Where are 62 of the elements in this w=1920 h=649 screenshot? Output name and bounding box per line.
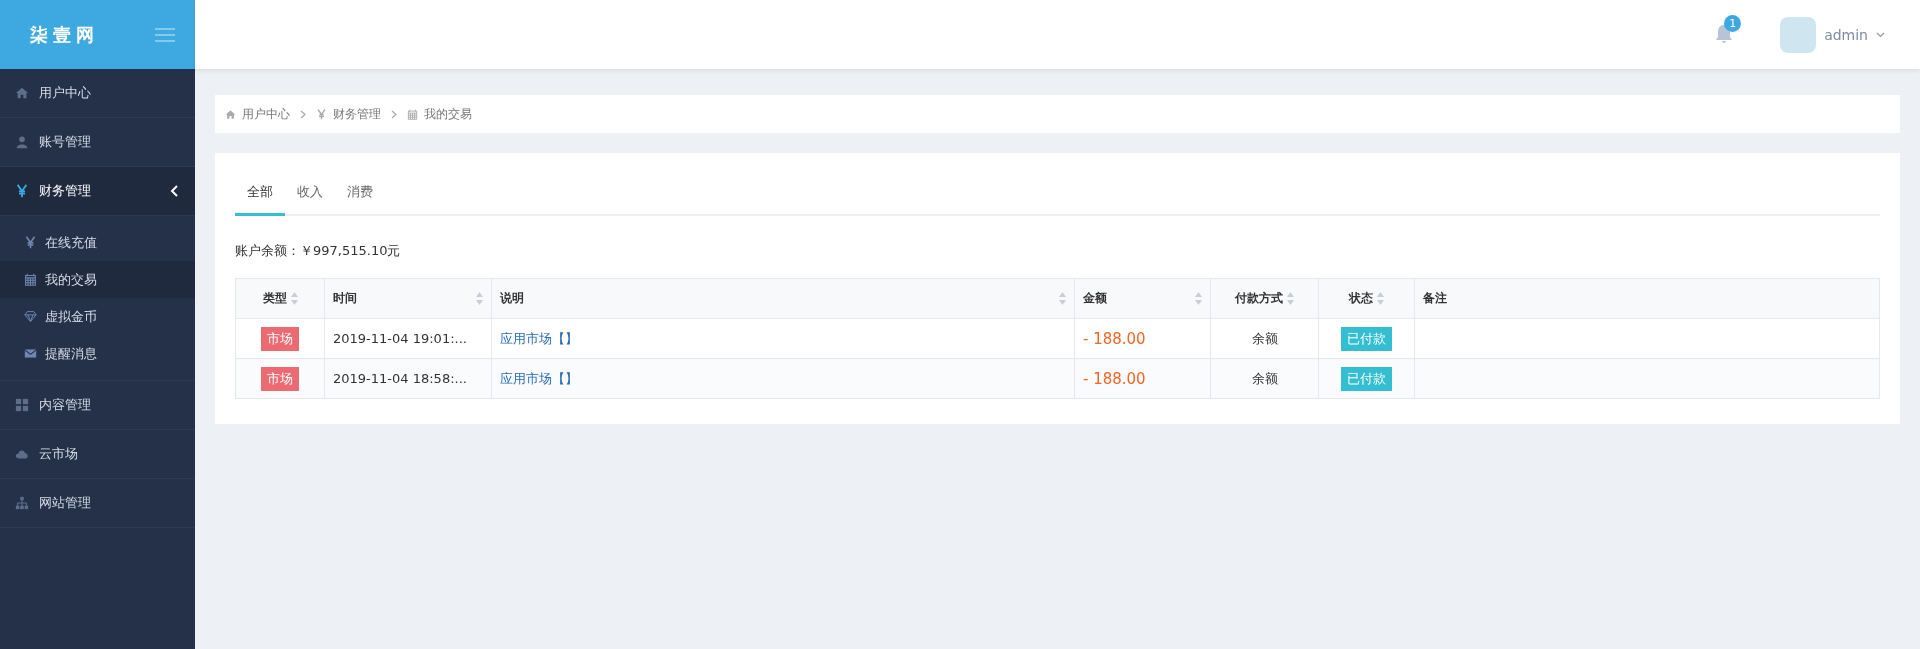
submenu-item[interactable]: 在线充值 xyxy=(0,224,195,261)
home-icon xyxy=(225,108,236,120)
chevron-icon xyxy=(170,185,180,197)
chevron-icon xyxy=(391,109,397,119)
column-header: 类型 xyxy=(262,290,287,307)
type-tag: 市场 xyxy=(261,326,299,351)
calendar-icon xyxy=(407,108,418,120)
user-icon xyxy=(15,135,29,149)
breadcrumb-link[interactable]: 用户中心 xyxy=(242,105,290,123)
sitemap-icon xyxy=(15,496,29,510)
amount-cell: - 188.00 xyxy=(1083,329,1146,348)
column-header: 付款方式 xyxy=(1235,290,1283,307)
description-link[interactable]: 应用市场【】 xyxy=(500,370,578,386)
sort-icon[interactable] xyxy=(1059,292,1066,305)
diamond-icon xyxy=(24,310,37,323)
status-tag: 已付款 xyxy=(1341,326,1392,351)
calendar-icon xyxy=(24,273,37,286)
column-header: 说明 xyxy=(500,290,524,307)
grid-icon xyxy=(15,398,29,412)
tab[interactable]: 消费 xyxy=(335,173,385,216)
breadcrumb-link[interactable]: 我的交易 xyxy=(424,105,472,123)
submenu-label: 在线充值 xyxy=(45,233,97,252)
submenu-item[interactable]: 我的交易 xyxy=(0,261,195,298)
amount-cell: - 188.00 xyxy=(1083,369,1146,388)
submenu-item[interactable]: 虚拟金币 xyxy=(0,298,195,335)
mail-icon xyxy=(24,347,37,360)
description-link[interactable]: 应用市场【】 xyxy=(500,330,578,346)
column-header: 时间 xyxy=(333,290,357,307)
home-icon xyxy=(15,86,29,100)
yen-icon xyxy=(316,108,327,120)
notification-badge: 1 xyxy=(1724,14,1742,32)
menu-icon[interactable] xyxy=(155,27,175,42)
submenu-label: 提醒消息 xyxy=(45,344,97,363)
sort-icon[interactable] xyxy=(1377,292,1384,305)
sort-icon[interactable] xyxy=(1287,292,1294,305)
column-header: 金额 xyxy=(1083,290,1107,307)
logo-text: 柒壹网 xyxy=(30,22,99,47)
user-name[interactable]: admin xyxy=(1824,26,1868,43)
column-header: 备注 xyxy=(1423,290,1447,307)
avatar-placeholder[interactable] xyxy=(1780,16,1817,53)
sort-icon[interactable] xyxy=(290,292,298,305)
balance-text: 账户余额：￥997,515.10元 xyxy=(235,242,402,260)
sort-icon[interactable] xyxy=(476,292,483,305)
payment-cell: 余额 xyxy=(1251,330,1278,346)
sidebar-item[interactable]: 财务管理 xyxy=(0,167,195,216)
yen-icon xyxy=(15,184,29,198)
submenu-item[interactable]: 提醒消息 xyxy=(0,335,195,372)
time-cell: 2019-11-04 18:58:... xyxy=(333,371,467,386)
sort-icon[interactable] xyxy=(1195,292,1202,305)
payment-cell: 余额 xyxy=(1251,370,1278,386)
yen-icon xyxy=(24,236,37,249)
breadcrumb-link[interactable]: 财务管理 xyxy=(333,105,381,123)
submenu-label: 虚拟金币 xyxy=(45,307,97,326)
time-cell: 2019-11-04 19:01:... xyxy=(333,331,467,346)
column-header: 状态 xyxy=(1349,290,1373,307)
caret-icon[interactable] xyxy=(1876,31,1885,38)
tab[interactable]: 全部 xyxy=(235,173,285,216)
type-tag: 市场 xyxy=(261,366,299,391)
submenu-label: 我的交易 xyxy=(45,270,97,289)
status-tag: 已付款 xyxy=(1341,366,1392,391)
chevron-icon xyxy=(300,109,306,119)
tab[interactable]: 收入 xyxy=(285,173,335,216)
